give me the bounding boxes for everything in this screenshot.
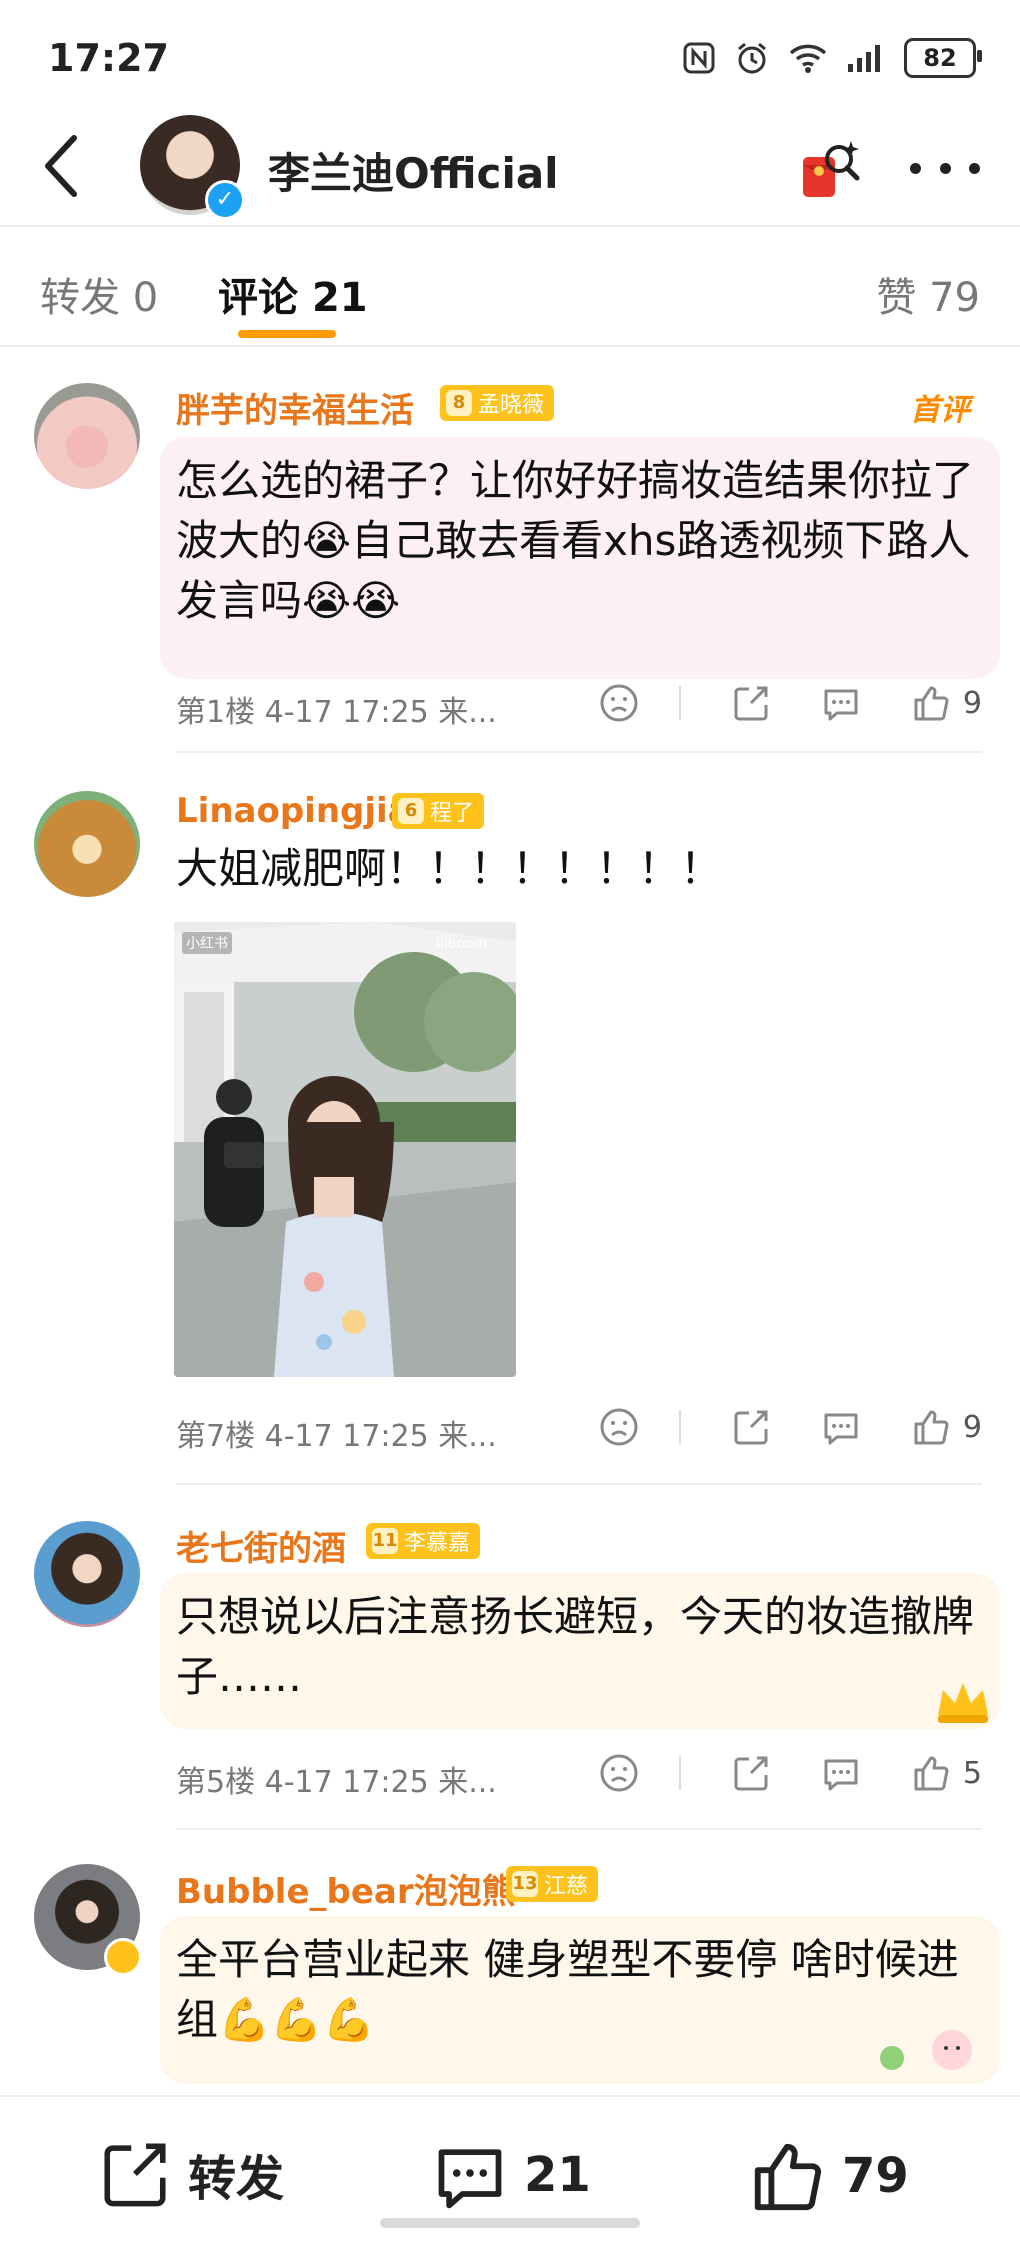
comment-bubble[interactable]: 怎么选的裙子？让你好好搞妆造结果你拉了波大的😭自己敢去看看xhs路透视频下路人发… xyxy=(160,437,1000,679)
share-icon[interactable] xyxy=(731,1407,771,1447)
share-icon[interactable] xyxy=(731,683,771,723)
vip-icon xyxy=(104,1938,142,1976)
status-time: 17:27 xyxy=(48,36,169,80)
comment-meta: 第5楼 4-17 17:25 来... xyxy=(176,1765,497,1800)
like-count: 9 xyxy=(962,685,982,721)
comment-item: Bubble_bear泡泡熊 13 江慈 全平台营业起来 健身塑型不要停 啥时候进… xyxy=(0,1830,1020,2095)
commenter-name[interactable]: Bubble_bear泡泡熊 xyxy=(176,1864,516,1913)
comment-actions: 9 xyxy=(599,1407,982,1447)
wifi-icon xyxy=(789,44,827,73)
status-icons: 82 xyxy=(682,38,982,78)
like-count: 5 xyxy=(962,1755,982,1791)
tab-comments[interactable]: 评论 21 xyxy=(218,265,368,323)
commenter-avatar[interactable] xyxy=(34,791,140,897)
commenter-name[interactable]: Linaopingjia xyxy=(176,791,411,831)
forward-button[interactable]: 转发 xyxy=(98,2137,284,2211)
like-icon[interactable] xyxy=(911,1753,951,1793)
comment-count: 21 xyxy=(524,2147,591,2203)
comment-item: Linaopingjia 6 程了 大姐减肥啊！！！！！！！！ 小红书 ilib… xyxy=(0,755,1020,1485)
comment-item: 胖芋的幸福生活 8 孟晓薇 首评 怎么选的裙子？让你好好搞妆造结果你拉了波大的😭自… xyxy=(0,345,1020,755)
separator xyxy=(678,1410,681,1444)
like-count: 9 xyxy=(962,1409,982,1445)
comment-text: 全平台营业起来 健身塑型不要停 啥时候进组💪💪💪 xyxy=(176,1935,959,2044)
back-icon[interactable] xyxy=(36,130,88,202)
header: ✓ 李兰迪Official xyxy=(0,110,1020,225)
commenter-name[interactable]: 老七街的酒 xyxy=(176,1521,346,1570)
comment-meta: 第1楼 4-17 17:25 来... xyxy=(176,695,497,730)
image-watermark: 小红书 xyxy=(182,932,232,954)
nfc-icon xyxy=(683,42,715,74)
fan-badge: 13 江慈 xyxy=(506,1866,599,1902)
commenter-avatar[interactable] xyxy=(34,383,140,489)
like-icon[interactable] xyxy=(911,683,951,723)
first-comment-tag: 首评 xyxy=(910,393,970,428)
separator xyxy=(678,686,681,720)
like-icon xyxy=(754,2143,822,2211)
cartoon-sticker-icon xyxy=(880,2030,972,2070)
comment-item: 老七街的酒 11 李慕嘉 只想说以后注意扬长避短，今天的妆造撤牌子…… 第5楼 4… xyxy=(0,1485,1020,1830)
comment-actions: 5 xyxy=(599,1753,982,1793)
divider xyxy=(0,225,1020,227)
battery-indicator: 82 xyxy=(904,38,982,78)
red-packet-icon[interactable] xyxy=(795,135,865,205)
comment-image[interactable]: 小红书 iliboom xyxy=(174,922,516,1377)
forward-label: 转发 xyxy=(188,2151,285,2207)
fan-badge: 6 程了 xyxy=(392,793,485,829)
fan-badge: 8 孟晓薇 xyxy=(440,385,555,421)
photo-illustration xyxy=(174,922,516,1377)
bottom-action-bar: 转发 21 79 xyxy=(0,2095,1020,2252)
alarm-icon xyxy=(738,42,766,74)
comment-text: 只想说以后注意扬长避短，今天的妆造撤牌子…… xyxy=(176,1592,975,1701)
like-count: 79 xyxy=(842,2148,909,2204)
verified-icon: ✓ xyxy=(205,180,245,220)
sad-face-icon[interactable] xyxy=(599,683,639,723)
like-icon[interactable] xyxy=(911,1407,951,1447)
active-tab-indicator xyxy=(238,330,336,338)
more-icon[interactable] xyxy=(910,148,980,188)
comment-button[interactable]: 21 xyxy=(432,2137,591,2213)
comment-icon[interactable] xyxy=(821,1753,861,1793)
status-bar: 17:27 82 xyxy=(0,0,1020,120)
page-title: 李兰迪Official xyxy=(268,149,559,198)
comment-text: 大姐减肥啊！！！！！！！！ xyxy=(176,844,723,893)
sad-face-icon[interactable] xyxy=(599,1407,639,1447)
divider xyxy=(176,751,982,753)
comment-icon[interactable] xyxy=(821,1407,861,1447)
fan-badge: 11 李慕嘉 xyxy=(366,1523,481,1559)
comment-icon[interactable] xyxy=(821,683,861,723)
commenter-name[interactable]: 胖芋的幸福生活 xyxy=(176,383,414,432)
crown-icon xyxy=(938,1683,988,1723)
sad-face-icon[interactable] xyxy=(599,1753,639,1793)
comment-meta: 第7楼 4-17 17:25 来... xyxy=(176,1419,497,1454)
commenter-avatar[interactable] xyxy=(34,1521,140,1627)
like-button[interactable]: 79 xyxy=(748,2137,909,2215)
image-watermark: iliboom xyxy=(436,936,488,952)
comment-text: 怎么选的裙子？让你好好搞妆造结果你拉了波大的😭自己敢去看看xhs路透视频下路人发… xyxy=(176,456,975,625)
comment-icon xyxy=(438,2149,502,2209)
comment-actions: 9 xyxy=(599,683,982,723)
tab-bar: 转发 0 评论 21 赞 79 xyxy=(0,230,1020,345)
share-icon xyxy=(104,2143,166,2207)
tab-forward[interactable]: 转发 0 xyxy=(40,265,158,323)
share-icon[interactable] xyxy=(731,1753,771,1793)
tab-likes[interactable]: 赞 79 xyxy=(876,265,980,323)
signal-icon xyxy=(848,45,880,72)
comment-bubble[interactable]: 只想说以后注意扬长避短，今天的妆造撤牌子…… xyxy=(160,1573,1000,1729)
separator xyxy=(678,1756,681,1790)
home-indicator xyxy=(380,2218,640,2228)
